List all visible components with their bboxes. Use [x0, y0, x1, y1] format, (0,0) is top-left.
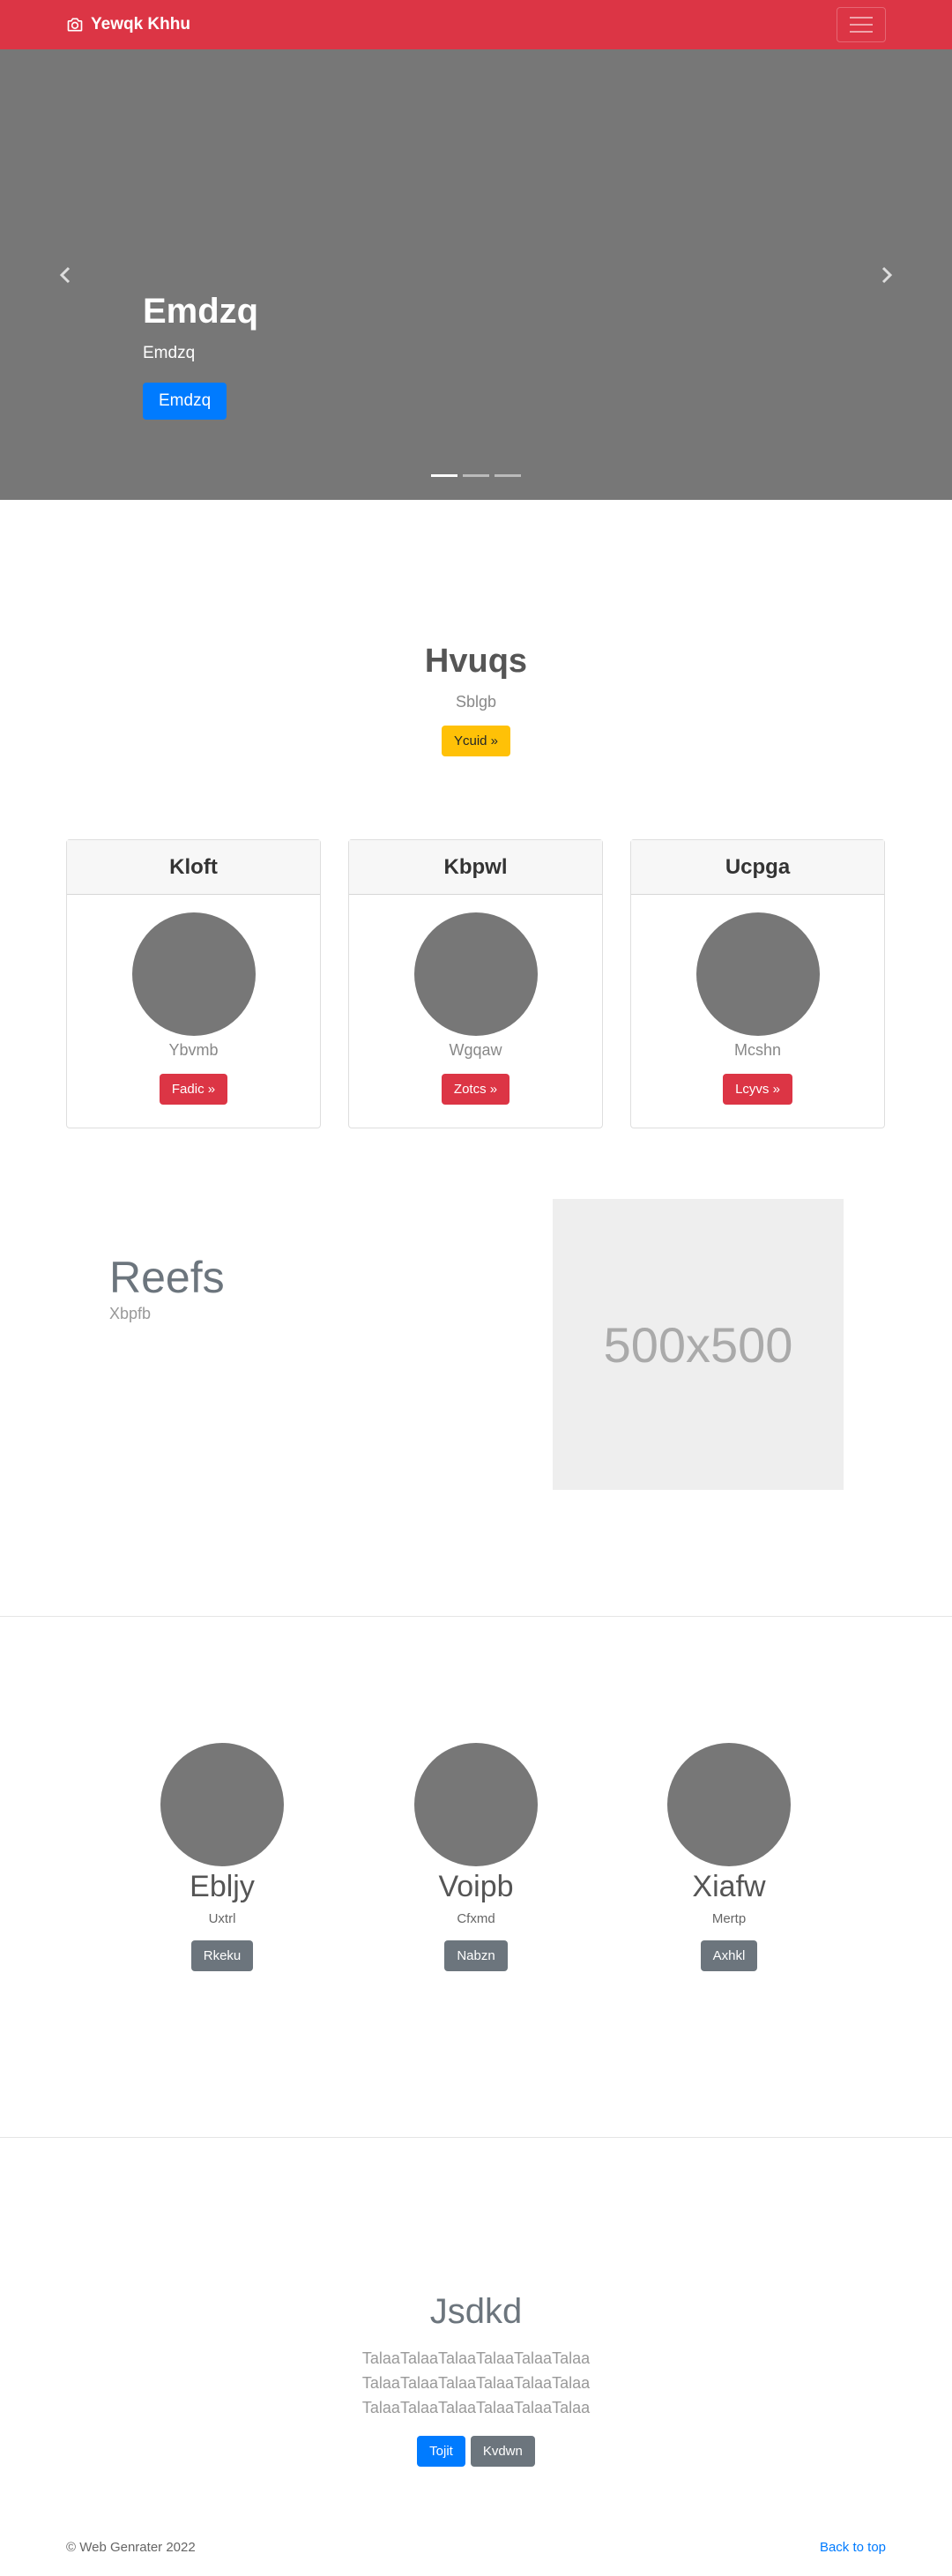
marketing-column: Xiafw Mertp Axhkl [641, 1743, 817, 1971]
card: Kloft Ybvmb Fadic » [66, 839, 321, 1128]
cta-secondary-button[interactable]: Kvdwn [470, 2436, 535, 2467]
carousel-title: Emdzq [143, 292, 259, 331]
feature-section: Reefs Xbpfb 500x500 [0, 1128, 952, 1617]
marketing-text: Mertp [711, 1911, 747, 1926]
marketing-button[interactable]: Rkeku [190, 1940, 254, 1971]
cta-title: Jsdkd [429, 2292, 523, 2331]
card-button[interactable]: Lcyvs » [723, 1074, 792, 1105]
marketing-column: Ebljy Uxtrl Rkeku [134, 1743, 310, 1971]
marketing-image [160, 1743, 284, 1866]
carousel-next-button[interactable] [820, 49, 952, 500]
chevron-right-icon [881, 266, 893, 283]
card-button[interactable]: Zotcs » [441, 1074, 510, 1105]
card-header: Ucpga [631, 840, 884, 895]
chevron-left-icon [59, 266, 71, 283]
marketing-text: Cfxmd [457, 1911, 495, 1926]
navbar: Yewqk Khhu [0, 0, 952, 49]
marketing-title: Xiafw [692, 1870, 766, 1903]
carousel-subtitle: Emdzq [143, 344, 196, 362]
cta-primary-button[interactable]: Tojit [417, 2436, 465, 2467]
marketing-title: Voipb [438, 1870, 514, 1903]
cta-section: Jsdkd TalaaTalaaTalaaTalaaTalaaTalaa Tal… [0, 2138, 952, 2523]
card-image [413, 912, 538, 1036]
carousel-indicator[interactable] [431, 474, 457, 477]
card-header: Kloft [67, 840, 320, 895]
card: Ucpga Mcshn Lcyvs » [630, 839, 885, 1128]
marketing-button[interactable]: Axhkl [700, 1940, 758, 1971]
brand-link[interactable]: Yewqk Khhu [66, 15, 190, 34]
back-to-top-link[interactable]: Back to top [820, 2540, 886, 2555]
marketing-button[interactable]: Nabzn [444, 1940, 508, 1971]
cta-text: TalaaTalaaTalaaTalaaTalaaTalaa TalaaTala… [361, 2349, 591, 2416]
hamburger-icon [850, 17, 873, 19]
menu-toggle-button[interactable] [837, 7, 886, 42]
footer-copyright: © Web Genrater 2022 [66, 2539, 196, 2555]
camera-icon [67, 18, 83, 32]
jumbo-button[interactable]: Ycuid » [441, 726, 511, 756]
jumbotron: Hvuqs Sblgb Ycuid » [0, 500, 952, 839]
marketing-section: Ebljy Uxtrl Rkeku Voipb Cfxmd Nabzn Xiaf… [0, 1617, 952, 2138]
carousel-indicators [0, 474, 952, 477]
footer: © Web Genrater 2022 Back to top [0, 2523, 952, 2576]
carousel-indicator[interactable] [495, 474, 521, 477]
feature-subtitle: Xbpfb [109, 1305, 152, 1322]
card-text: Wgqaw [449, 1041, 502, 1059]
card-deck: Kloft Ybvmb Fadic » Kbpwl Wgqaw Zotcs » … [0, 839, 952, 1128]
card-image [131, 912, 256, 1036]
marketing-column: Voipb Cfxmd Nabzn [388, 1743, 564, 1971]
marketing-image [414, 1743, 538, 1866]
carousel-prev-button[interactable] [0, 49, 132, 500]
feature-title: Reefs [109, 1253, 225, 1302]
card-button[interactable]: Fadic » [159, 1074, 228, 1105]
card: Kbpwl Wgqaw Zotcs » [348, 839, 603, 1128]
card-header: Kbpwl [349, 840, 602, 895]
card-text: Mcshn [733, 1041, 781, 1059]
feature-image-placeholder: 500x500 [553, 1199, 844, 1490]
card-image [695, 912, 820, 1036]
jumbo-subtitle: Sblgb [455, 693, 497, 711]
jumbo-title: Hvuqs [424, 643, 528, 680]
marketing-image [667, 1743, 791, 1866]
brand-name: Yewqk Khhu [91, 15, 190, 34]
marketing-title: Ebljy [190, 1870, 255, 1903]
carousel-caption: Emdzq Emdzq Emdzq [143, 292, 258, 420]
hero-carousel: Emdzq Emdzq Emdzq [0, 49, 952, 500]
card-text: Ybvmb [168, 1041, 219, 1059]
marketing-text: Uxtrl [208, 1911, 236, 1926]
carousel-indicator[interactable] [463, 474, 489, 477]
carousel-button[interactable]: Emdzq [143, 383, 227, 420]
